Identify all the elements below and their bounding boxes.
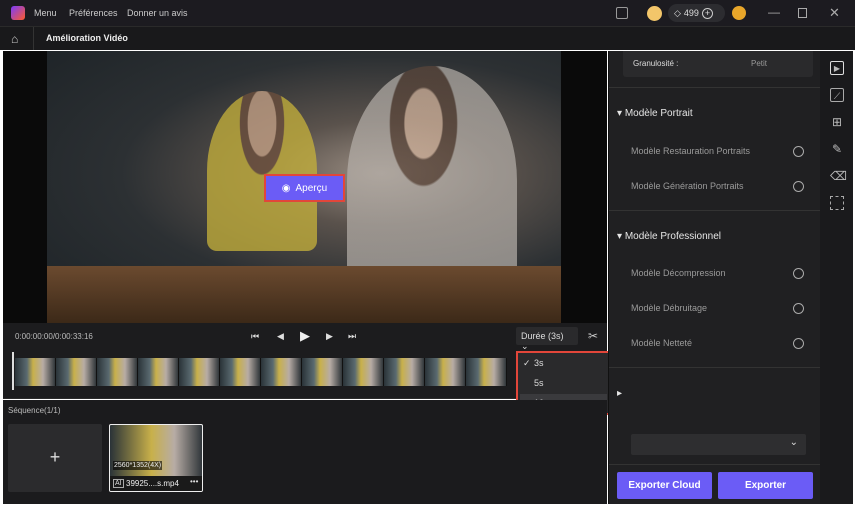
timeline-thumbnail bbox=[261, 358, 302, 386]
section-professional-header[interactable]: ▾ Modèle Professionnel bbox=[617, 231, 721, 242]
skip-start-button[interactable]: ⏮ bbox=[251, 331, 259, 342]
dropdown-option-5s[interactable]: 5s bbox=[520, 374, 607, 393]
resolution-select[interactable]: ⌄ bbox=[631, 434, 806, 455]
grid-add-icon[interactable]: ⊞ bbox=[830, 115, 844, 129]
option-nettete: Modèle Netteté bbox=[631, 338, 693, 348]
title-bar: Menu Préférences Donner un avis ◇ 499 + … bbox=[0, 0, 855, 26]
eye-icon: ◉ bbox=[281, 182, 291, 194]
close-button[interactable]: ✕ bbox=[829, 5, 840, 21]
curve-icon[interactable]: ⟋ bbox=[830, 88, 844, 102]
timeline-thumbnail bbox=[97, 358, 138, 386]
eraser-icon[interactable]: ⌫ bbox=[830, 169, 847, 183]
timecode: 0:00:00:00/0:00:33:16 bbox=[15, 332, 93, 341]
section-portrait-header[interactable]: ▾ Modèle Portrait bbox=[617, 108, 693, 119]
add-clip-button[interactable]: + bbox=[8, 424, 102, 492]
option-label: 3s bbox=[534, 358, 544, 368]
section-title: Modèle Portrait bbox=[624, 108, 693, 119]
scissors-icon[interactable]: ✂ bbox=[588, 329, 598, 343]
video-enhance-icon[interactable]: ▶ bbox=[830, 61, 844, 75]
option-restauration-portraits: Modèle Restauration Portraits bbox=[631, 146, 751, 156]
woman-figure bbox=[347, 66, 517, 296]
timeline-thumbnail bbox=[138, 358, 179, 386]
more-icon[interactable]: ••• bbox=[190, 477, 198, 486]
radio-debruitage[interactable] bbox=[793, 303, 804, 314]
credits-count: 499 bbox=[683, 8, 699, 18]
sequence-label: Séquence(1/1) bbox=[8, 406, 61, 415]
playback-controls: 0:00:00:00/0:00:33:16 ⏮ ◀ ▶ ▶ ⏭ Durée (3… bbox=[3, 323, 607, 351]
sequence-panel: Séquence(1/1) + 2560*1352(4X) AI 39925..… bbox=[3, 400, 607, 504]
radio-decompression[interactable] bbox=[793, 268, 804, 279]
timeline-thumbnail bbox=[343, 358, 384, 386]
dropdown-option-3s[interactable]: ✓ 3s bbox=[520, 354, 607, 373]
timeline-thumbnail bbox=[302, 358, 343, 386]
menu-item-preferences[interactable]: Préférences bbox=[69, 8, 118, 18]
export-button[interactable]: Exporter bbox=[718, 472, 813, 499]
preview-button[interactable]: ◉ Aperçu bbox=[264, 174, 345, 202]
clip-resolution: 2560*1352(4X) bbox=[113, 461, 163, 470]
menu-item-menu[interactable]: Menu bbox=[34, 8, 57, 18]
skip-end-button[interactable]: ⏭ bbox=[348, 331, 356, 342]
clip-card[interactable]: 2560*1352(4X) AI 39925....s.mp4 ••• bbox=[109, 424, 203, 492]
timeline-thumbnail bbox=[220, 358, 261, 386]
header-bar: ⌂ Amélioration Vidéo bbox=[0, 26, 855, 50]
option-label: 5s bbox=[534, 378, 544, 388]
duration-select[interactable]: Durée (3s) ⌄ bbox=[516, 327, 578, 351]
edit-icon[interactable]: ✎ bbox=[830, 142, 844, 156]
next-frame-button[interactable]: ▶ bbox=[326, 331, 333, 342]
granularity-label: Granulosité : bbox=[633, 59, 679, 68]
radio-restauration-portraits[interactable] bbox=[793, 146, 804, 157]
divider bbox=[33, 27, 34, 50]
play-button[interactable]: ▶ bbox=[300, 328, 310, 344]
app-logo-icon bbox=[11, 6, 25, 20]
radio-generation-portraits[interactable] bbox=[793, 181, 804, 192]
home-icon[interactable]: ⌂ bbox=[11, 32, 18, 46]
timeline-thumbnail bbox=[179, 358, 220, 386]
check-icon: ✓ bbox=[523, 358, 531, 368]
timeline-thumbnail bbox=[15, 358, 56, 386]
timeline-thumbnail bbox=[384, 358, 425, 386]
add-credits-icon[interactable]: + bbox=[701, 7, 713, 19]
section-title: Modèle Professionnel bbox=[624, 231, 721, 242]
diamond-icon: ◇ bbox=[674, 7, 681, 18]
chevron-down-icon: ⌄ bbox=[789, 437, 798, 448]
ai-icon: AI bbox=[113, 479, 124, 488]
timeline-thumbnail bbox=[425, 358, 466, 386]
export-cloud-button[interactable]: Exporter Cloud bbox=[617, 472, 712, 499]
girl-figure bbox=[207, 91, 317, 251]
radio-nettete[interactable] bbox=[793, 338, 804, 349]
settings-panel: Granulosité : Petit ▾ Modèle Portrait Mo… bbox=[608, 51, 821, 504]
chevron-down-icon: ⌄ bbox=[521, 341, 529, 351]
message-icon[interactable] bbox=[616, 7, 628, 19]
section-export-header[interactable]: ▸ bbox=[617, 388, 622, 399]
playhead[interactable] bbox=[12, 352, 14, 390]
user-avatar[interactable] bbox=[732, 6, 746, 20]
credits-pill[interactable]: ◇ 499 + bbox=[668, 4, 725, 22]
table-with-cakes bbox=[47, 266, 561, 323]
shop-icon[interactable] bbox=[647, 6, 662, 21]
granularity-box: Granulosité : Petit bbox=[623, 51, 813, 77]
granularity-value[interactable]: Petit bbox=[751, 59, 767, 68]
prev-frame-button[interactable]: ◀ bbox=[277, 331, 284, 342]
minimize-button[interactable]: — bbox=[768, 5, 780, 19]
menu-item-feedback[interactable]: Donner un avis bbox=[127, 8, 188, 18]
option-generation-portraits: Modèle Génération Portraits bbox=[631, 181, 744, 191]
tool-sidebar: ▶ ⟋ ⊞ ✎ ⌫ bbox=[820, 51, 853, 504]
timeline-thumbnail bbox=[466, 358, 507, 386]
option-debruitage: Modèle Débruitage bbox=[631, 303, 708, 313]
preview-label: Aperçu bbox=[295, 182, 328, 194]
option-decompression: Modèle Décompression bbox=[631, 268, 726, 278]
maximize-button[interactable] bbox=[798, 8, 807, 18]
duration-select-value: Durée (3s) bbox=[521, 331, 564, 341]
page-title: Amélioration Vidéo bbox=[46, 33, 128, 43]
clip-filename: 39925....s.mp4 bbox=[126, 479, 179, 488]
magic-select-icon[interactable] bbox=[830, 196, 844, 210]
timeline-thumbnail bbox=[56, 358, 97, 386]
